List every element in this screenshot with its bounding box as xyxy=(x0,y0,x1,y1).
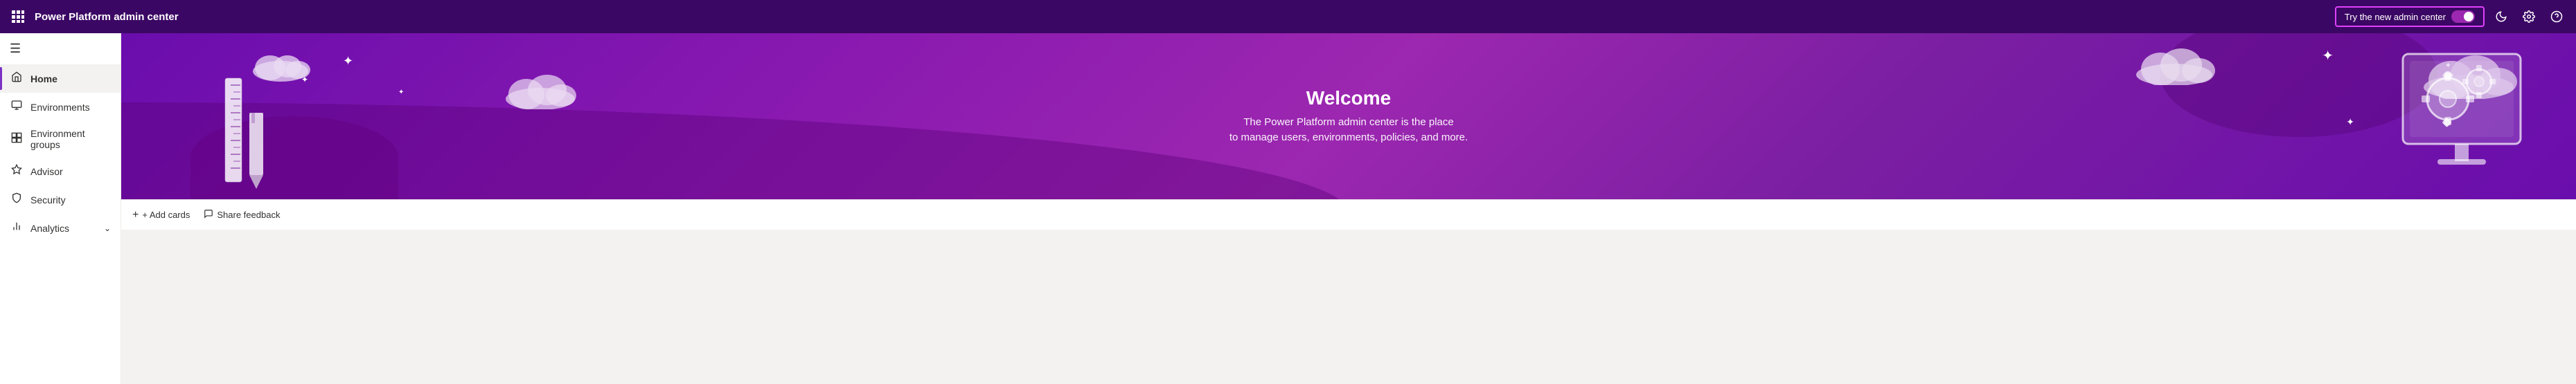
banner-center: Welcome The Power Platform admin center … xyxy=(1229,87,1468,146)
help-icon[interactable] xyxy=(2546,6,2568,28)
settings-icon[interactable] xyxy=(2518,6,2540,28)
environment-groups-icon xyxy=(10,132,24,147)
toggle-knob xyxy=(2464,12,2473,21)
sidebar-label-advisor: Advisor xyxy=(30,166,63,177)
main-layout: ☰ Home Environments xyxy=(0,33,2576,384)
cloud-2 xyxy=(502,68,578,109)
banner-tools-illustration xyxy=(204,71,287,199)
share-feedback-icon xyxy=(204,209,213,221)
sidebar-label-home: Home xyxy=(30,73,57,84)
theme-icon[interactable] xyxy=(2490,6,2512,28)
top-nav-left: Power Platform admin center xyxy=(8,7,179,26)
sidebar: ☰ Home Environments xyxy=(0,33,121,384)
banner-subtitle: The Power Platform admin center is the p… xyxy=(1229,115,1468,146)
sidebar-label-environment-groups: Environment groups xyxy=(30,128,111,150)
banner-subtitle-line1: The Power Platform admin center is the p… xyxy=(1229,115,1468,131)
sparkle-3: ✦ xyxy=(398,89,404,96)
hamburger-menu[interactable]: ☰ xyxy=(0,33,121,64)
sparkle-4: ✦ xyxy=(2322,47,2334,64)
advisor-icon xyxy=(10,164,24,179)
add-cards-label: + Add cards xyxy=(142,210,190,220)
sidebar-label-analytics: Analytics xyxy=(30,223,69,234)
analytics-chevron-icon: ⌄ xyxy=(104,223,111,233)
home-icon xyxy=(10,71,24,86)
environments-icon xyxy=(10,100,24,114)
share-feedback-label: Share feedback xyxy=(217,210,280,220)
cloud-3 xyxy=(2133,40,2216,85)
try-new-admin-label: Try the new admin center xyxy=(2345,12,2446,22)
sparkle-1: ✦ xyxy=(343,54,353,68)
bottom-toolbar: + + Add cards Share feedback xyxy=(121,199,2576,230)
sidebar-label-environments: Environments xyxy=(30,102,90,113)
sidebar-label-security: Security xyxy=(30,194,66,205)
try-new-admin-button[interactable]: Try the new admin center xyxy=(2335,6,2485,27)
banner-illustration xyxy=(2396,47,2534,182)
app-title: Power Platform admin center xyxy=(35,11,179,23)
new-admin-toggle[interactable] xyxy=(2451,10,2475,23)
top-nav-right: Try the new admin center xyxy=(2335,6,2568,28)
sidebar-item-home[interactable]: Home xyxy=(0,64,121,93)
banner-title: Welcome xyxy=(1229,87,1468,109)
grid-icon[interactable] xyxy=(8,7,28,26)
banner-subtitle-line2: to manage users, environments, policies,… xyxy=(1229,130,1468,146)
add-cards-button[interactable]: + + Add cards xyxy=(132,209,190,221)
analytics-icon xyxy=(10,221,24,235)
top-nav: Power Platform admin center Try the new … xyxy=(0,0,2576,33)
sidebar-item-environment-groups[interactable]: Environment groups xyxy=(0,121,121,157)
sidebar-item-environments[interactable]: Environments xyxy=(0,93,121,121)
sidebar-item-advisor[interactable]: Advisor xyxy=(0,157,121,185)
welcome-banner: ✦ ✦ ✦ ✦ ✦ ✦ xyxy=(121,33,2576,199)
security-icon xyxy=(10,192,24,207)
sidebar-item-security[interactable]: Security xyxy=(0,185,121,214)
add-cards-icon: + xyxy=(132,209,139,221)
sparkle-5: ✦ xyxy=(2346,116,2354,128)
share-feedback-button[interactable]: Share feedback xyxy=(204,209,280,221)
sidebar-item-analytics[interactable]: Analytics ⌄ xyxy=(0,214,121,242)
content-area: ✦ ✦ ✦ ✦ ✦ ✦ xyxy=(121,33,2576,384)
